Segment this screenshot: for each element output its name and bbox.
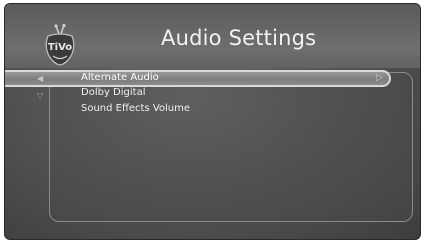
selection-highlight[interactable] (5, 70, 391, 87)
arrow-down-icon[interactable]: ▽ (37, 91, 43, 100)
tivo-logo-icon: TiVo (43, 23, 77, 68)
svg-text:TiVo: TiVo (48, 42, 72, 53)
arrow-left-icon[interactable]: ◀ (37, 74, 43, 83)
menu-item-sound-effects-volume[interactable]: Sound Effects Volume (81, 103, 190, 114)
menu-item-alternate-audio[interactable]: Alternate Audio (81, 72, 159, 83)
tv-screen: TiVo Audio Settings ◀ ▷ ▽ Alternate Audi… (4, 3, 421, 240)
menu-item-dolby-digital[interactable]: Dolby Digital (81, 87, 145, 98)
page-title: Audio Settings (161, 26, 317, 50)
arrow-right-icon[interactable]: ▷ (376, 73, 383, 83)
